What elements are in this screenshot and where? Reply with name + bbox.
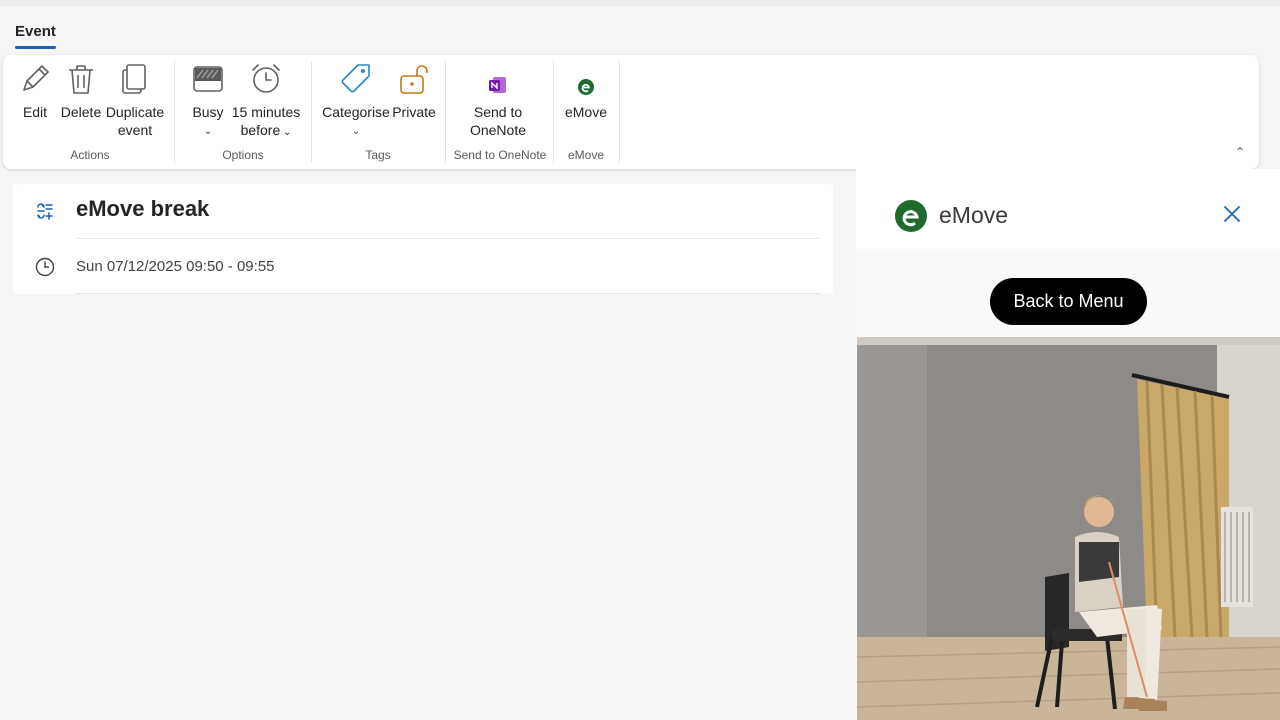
ribbon: Edit Delete Duplicate event Actions Busy…: [3, 55, 1259, 169]
chevron-down-icon: ⌄: [280, 127, 292, 138]
emove-logo-icon: [895, 200, 927, 237]
group-label-emove: eMove: [567, 148, 605, 162]
busy-dropdown[interactable]: Busy ⌄: [187, 55, 229, 145]
pane-title: eMove: [939, 202, 1009, 228]
private-button[interactable]: Private: [391, 55, 437, 145]
divider: [76, 293, 820, 294]
pane-header: eMove: [856, 169, 1280, 249]
onenote-icon: [488, 75, 508, 99]
private-label: Private: [392, 104, 436, 120]
busy-status-icon: [191, 62, 225, 100]
video-frame: [857, 337, 1280, 720]
duplicate-label: Duplicate event: [104, 103, 166, 139]
reminder-label-line1: 15 minutes: [231, 104, 301, 120]
send-to-onenote-line2: OneNote: [469, 122, 527, 138]
back-to-menu-button[interactable]: Back to Menu: [990, 278, 1147, 325]
chevron-down-icon: ⌄: [351, 126, 361, 137]
duplicate-event-button[interactable]: Duplicate event: [104, 55, 166, 145]
send-to-onenote-button[interactable]: Send to OneNote: [458, 55, 538, 145]
duplicate-label-line1: Duplicate: [105, 104, 165, 120]
emove-button[interactable]: eMove: [561, 55, 611, 145]
reminder-dropdown[interactable]: 15 minutes before ⌄: [230, 55, 302, 145]
ribbon-separator: [619, 61, 620, 163]
delete-label: Delete: [60, 104, 102, 120]
emove-label: eMove: [564, 104, 608, 120]
group-label-tags: Tags: [365, 148, 391, 162]
send-to-onenote-label: Send to OneNote: [458, 103, 538, 139]
copy-icon: [118, 62, 152, 100]
reminder-label-line2: before: [240, 122, 281, 138]
categorise-label: Categorise: [322, 104, 390, 120]
event-datetime[interactable]: Sun 07/12/2025 09:50 - 09:55: [76, 258, 275, 275]
recurring-event-icon: [35, 202, 55, 227]
group-label-options: Options: [222, 148, 264, 162]
clock-icon: [35, 257, 55, 282]
pencil-icon: [18, 62, 52, 100]
lock-open-icon: [397, 62, 431, 100]
categorise-dropdown[interactable]: Categorise ⌄: [321, 55, 391, 145]
edit-button[interactable]: Edit: [15, 55, 55, 145]
ribbon-separator: [445, 61, 446, 163]
delete-button[interactable]: Delete: [59, 55, 103, 145]
close-icon[interactable]: [1221, 203, 1243, 225]
group-label-actions: Actions: [70, 148, 110, 162]
tab-event[interactable]: Event: [15, 23, 56, 40]
emove-logo-icon: [578, 79, 594, 99]
chevron-down-icon: ⌄: [203, 126, 213, 137]
tag-icon: [339, 62, 373, 100]
trash-icon: [64, 62, 98, 100]
alarm-clock-icon: [249, 62, 283, 100]
exercise-video[interactable]: [857, 337, 1280, 720]
top-strip: [0, 0, 1280, 6]
group-label-onenote: Send to OneNote: [453, 148, 547, 162]
send-to-onenote-line1: Send to: [473, 104, 523, 120]
divider: [76, 238, 820, 239]
tab-active-indicator: [15, 46, 56, 49]
duplicate-label-line2: event: [117, 122, 153, 138]
reminder-label: 15 minutes before ⌄: [230, 103, 302, 142]
ribbon-separator: [553, 61, 554, 163]
ribbon-separator: [174, 61, 175, 163]
collapse-ribbon-icon[interactable]: ⌃: [1235, 145, 1245, 159]
busy-label: Busy: [192, 104, 224, 120]
edit-label: Edit: [22, 104, 48, 120]
event-title[interactable]: eMove break: [76, 196, 209, 222]
ribbon-separator: [311, 61, 312, 163]
event-details-card: eMove break Sun 07/12/2025 09:50 - 09:55: [13, 184, 833, 294]
